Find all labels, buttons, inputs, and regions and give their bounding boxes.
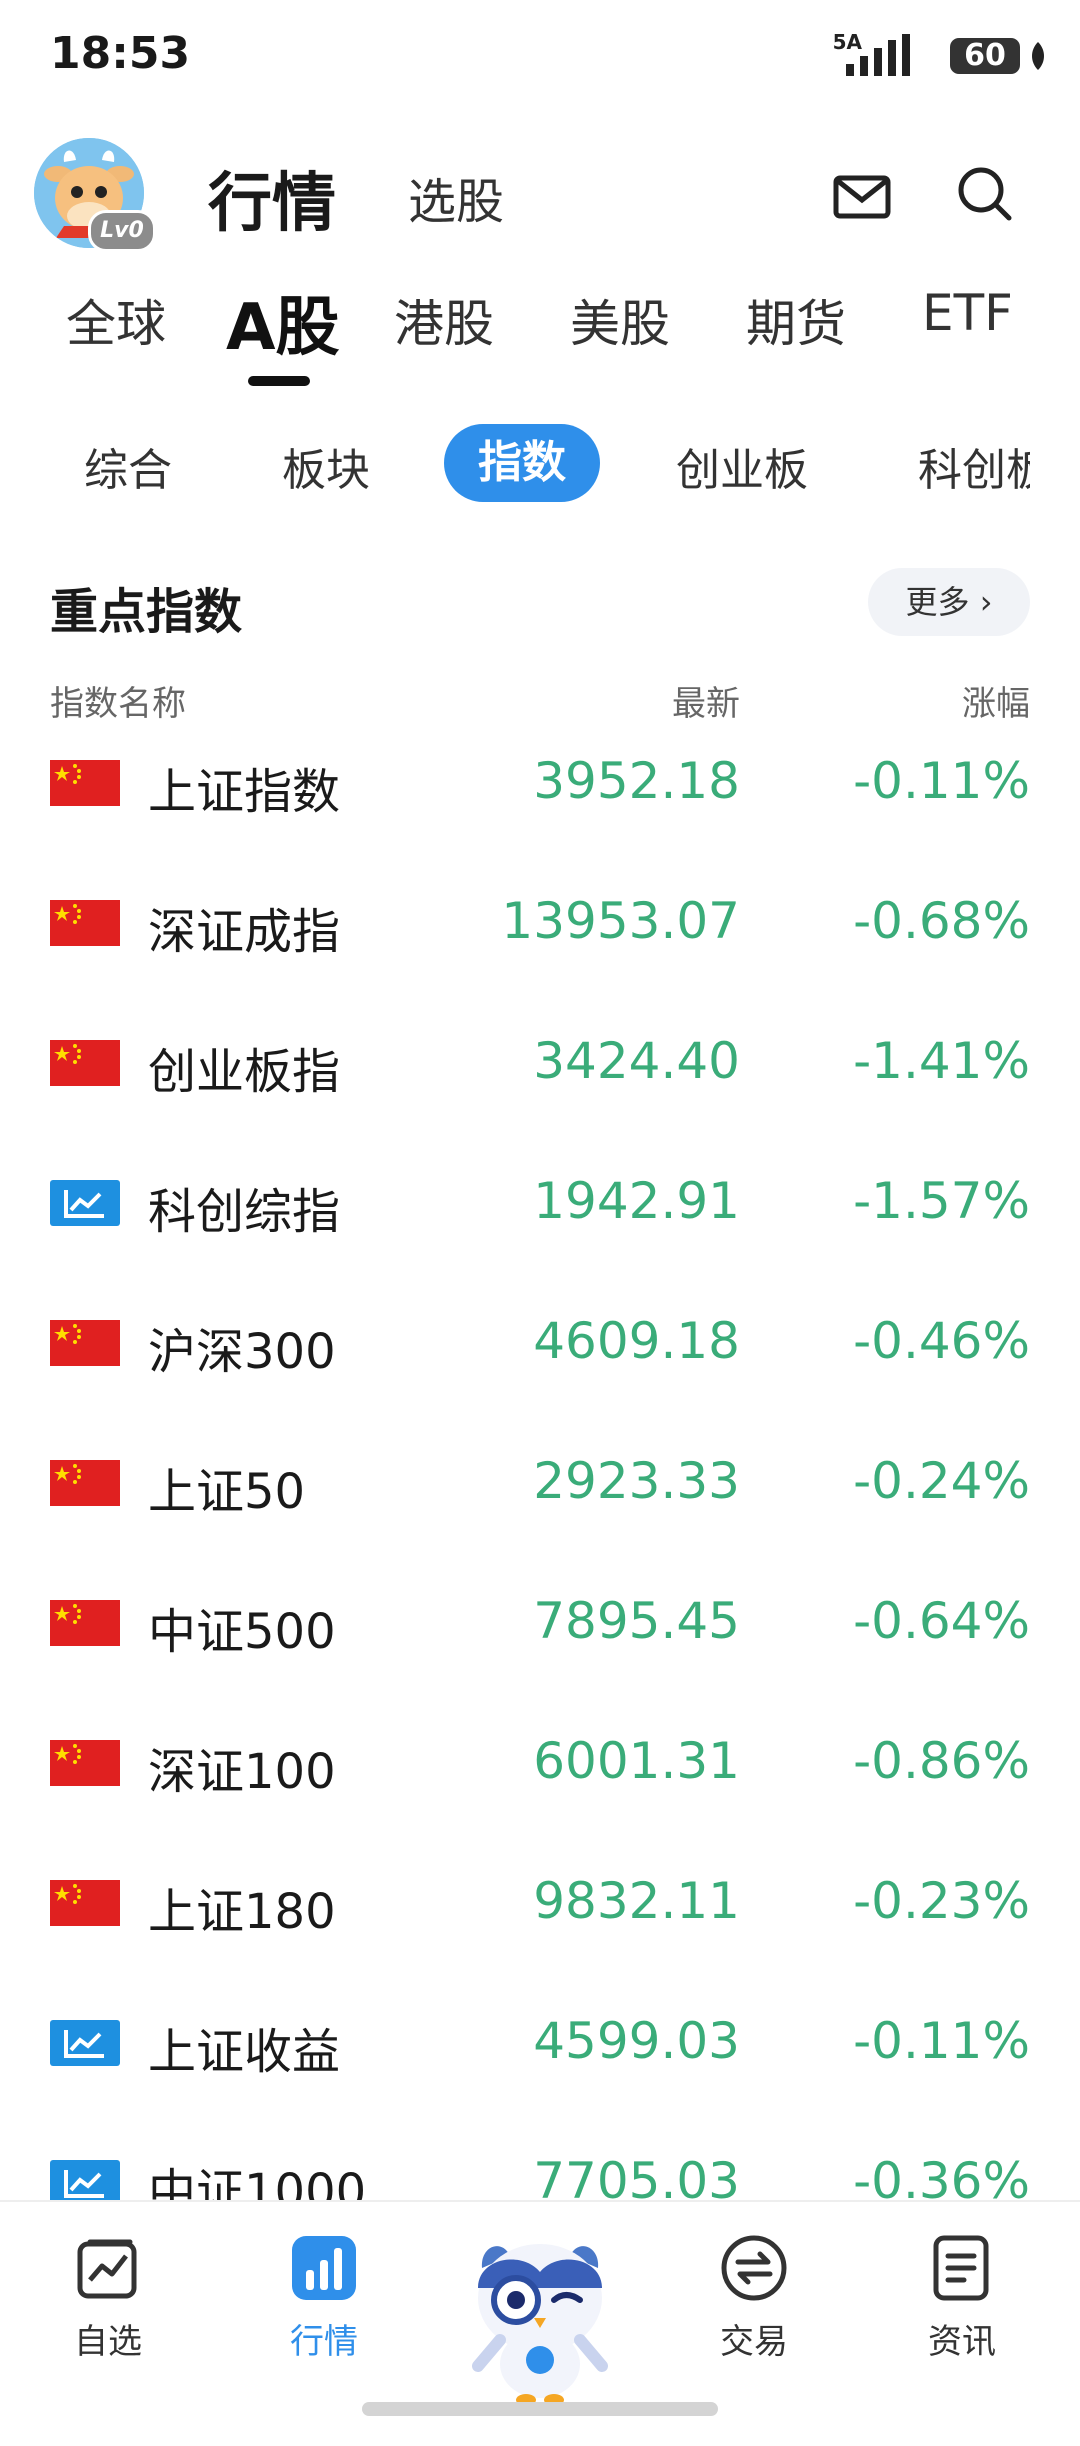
index-name: 沪深300 [148,1324,336,1380]
battery-icon: 60 [950,38,1020,74]
index-row[interactable]: 上证指数 3952.18 -0.11% [0,712,1080,852]
index-name: 上证指数 [148,764,341,820]
index-list: 上证指数 3952.18 -0.11% 深证成指 13953.07 -0.68%… [0,712,1080,2202]
market-tabs: 全球 A股 港股 美股 期货 ETF [0,270,1080,390]
index-name: 上证180 [148,1884,336,1940]
index-latest: 7895.45 [533,1592,740,1650]
top-bar: Lv0 行情 选股 [0,130,1080,260]
tab-a-shares[interactable]: A股 [226,276,340,368]
active-tab-indicator [248,376,310,386]
nav-trade[interactable]: 交易 [684,2232,824,2363]
signal-icon [846,34,910,76]
watchlist-icon [77,2239,137,2299]
index-row[interactable]: 深证成指 13953.07 -0.68% [0,852,1080,992]
chip-chinext[interactable]: 创业板 [676,434,808,498]
level-badge: Lv0 [88,210,156,252]
status-bar: 18:53 5A 60 [0,0,1080,110]
chevron-right-icon: › [969,583,993,621]
index-change: -1.41% [853,1032,1030,1090]
index-row[interactable]: 中证1000 7705.03 -0.36% [0,2112,1080,2202]
index-change: -0.68% [853,892,1030,950]
market-bar-icon [292,2236,356,2300]
index-change: -0.86% [853,1732,1030,1790]
chip-indices[interactable]: 指数 [444,424,600,502]
page-title[interactable]: 行情 [208,152,336,244]
index-row[interactable]: 上证180 9832.11 -0.23% [0,1832,1080,1972]
index-row[interactable]: 中证500 7895.45 -0.64% [0,1552,1080,1692]
trend-chart-icon [50,2020,120,2066]
leaf-icon [1032,42,1044,70]
china-flag-icon [50,760,120,806]
trend-chart-icon [50,1180,120,1226]
index-row[interactable]: 沪深300 4609.18 -0.46% [0,1272,1080,1412]
china-flag-icon [50,1460,120,1506]
index-name: 创业板指 [148,1044,341,1100]
china-flag-icon [50,1880,120,1926]
index-name: 深证100 [148,1744,336,1800]
index-latest: 4599.03 [533,2012,740,2070]
china-flag-icon [50,1600,120,1646]
nav-news[interactable]: 资讯 [892,2232,1032,2363]
tab-etf[interactable]: ETF [922,284,1013,342]
index-latest: 7705.03 [533,2152,740,2202]
owl-mascot-icon[interactable] [462,2228,618,2408]
index-latest: 13953.07 [501,892,740,950]
index-change: -0.24% [853,1452,1030,1510]
news-icon [933,2235,989,2301]
tab-hk-stocks[interactable]: 港股 [394,284,494,356]
index-change: -0.64% [853,1592,1030,1650]
index-row[interactable]: 上证收益 4599.03 -0.11% [0,1972,1080,2112]
stock-picker-tab[interactable]: 选股 [408,162,504,232]
index-latest: 3424.40 [533,1032,740,1090]
index-change: -0.23% [853,1872,1030,1930]
exchange-icon [721,2235,787,2301]
index-row[interactable]: 深证100 6001.31 -0.86% [0,1692,1080,1832]
index-row[interactable]: 上证50 2923.33 -0.24% [0,1412,1080,1552]
more-button[interactable]: 更多 › [868,568,1030,636]
tab-futures[interactable]: 期货 [746,284,846,356]
tab-us-stocks[interactable]: 美股 [570,284,670,356]
index-name: 科创综指 [148,1184,341,1240]
nav-trade-label: 交易 [720,2322,788,2362]
index-change: -0.11% [853,2012,1030,2070]
index-change: -0.46% [853,1312,1030,1370]
chip-sectors[interactable]: 板块 [282,434,370,498]
index-name: 中证1000 [148,2164,367,2202]
home-indicator[interactable] [362,2402,718,2416]
china-flag-icon [50,1320,120,1366]
chip-overview[interactable]: 综合 [84,434,172,498]
index-latest: 3952.18 [533,752,740,810]
nav-watchlist-label: 自选 [74,2322,142,2362]
index-row[interactable]: 科创综指 1942.91 -1.57% [0,1132,1080,1272]
nav-news-label: 资讯 [928,2322,996,2362]
index-latest: 2923.33 [533,1452,740,1510]
index-change: -1.57% [853,1172,1030,1230]
index-latest: 9832.11 [533,1872,740,1930]
sub-tabs: 综合 板块 指数 创业板 科创板 [0,420,1030,510]
china-flag-icon [50,1740,120,1786]
section-title: 重点指数 [50,584,243,640]
index-latest: 6001.31 [533,1732,740,1790]
nav-market[interactable]: 行情 [254,2232,394,2363]
tab-global[interactable]: 全球 [66,284,166,356]
china-flag-icon [50,900,120,946]
trend-chart-icon [50,2160,120,2202]
index-name: 上证收益 [148,2024,341,2080]
nav-market-label: 行情 [290,2322,358,2362]
index-latest: 1942.91 [533,1172,740,1230]
search-icon[interactable] [955,164,1017,226]
index-change: -0.11% [853,752,1030,810]
index-change: -0.36% [853,2152,1030,2202]
index-name: 上证50 [148,1464,306,1520]
index-latest: 4609.18 [533,1312,740,1370]
status-time: 18:53 [50,28,191,79]
index-name: 中证500 [148,1604,336,1660]
chip-star-market[interactable]: 科创板 [918,434,1030,498]
china-flag-icon [50,1040,120,1086]
mail-icon[interactable] [832,166,892,226]
index-name: 深证成指 [148,904,341,960]
more-label: 更多 [905,583,970,621]
nav-watchlist[interactable]: 自选 [38,2232,178,2363]
index-row[interactable]: 创业板指 3424.40 -1.41% [0,992,1080,1132]
